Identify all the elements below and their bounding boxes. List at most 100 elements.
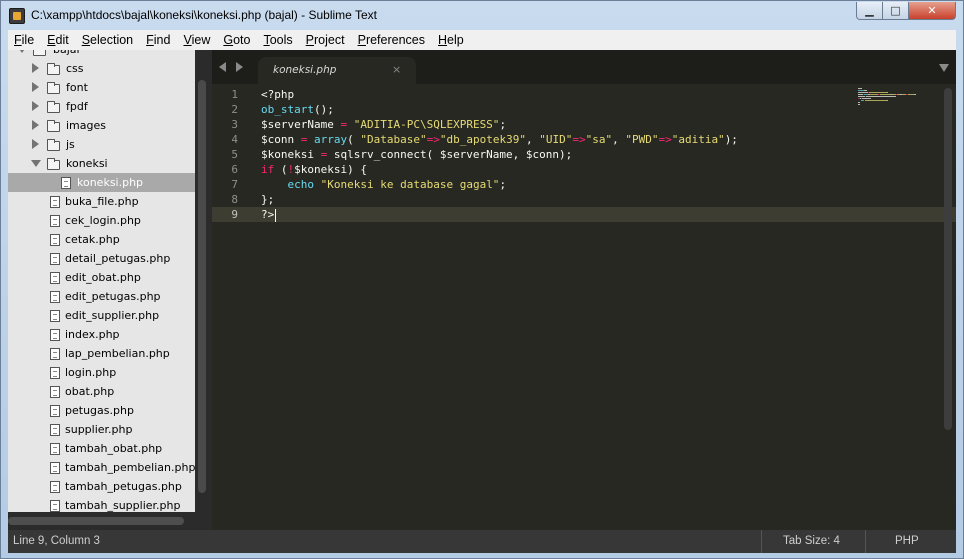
sidebar-file[interactable]: petugas.php: [8, 401, 195, 420]
code-line[interactable]: $conn = array( "Database"=>"db_apotek39"…: [261, 132, 738, 147]
chevron-down-icon[interactable]: [17, 50, 27, 53]
sidebar-file[interactable]: edit_petugas.php: [8, 287, 195, 306]
sidebar-item-root[interactable]: bajal: [8, 50, 195, 59]
sidebar-folder[interactable]: fpdf: [8, 97, 195, 116]
sidebar-folder[interactable]: css: [8, 59, 195, 78]
sidebar-folder[interactable]: images: [8, 116, 195, 135]
minimap-token: [858, 96, 866, 97]
sidebar-file[interactable]: tambah_pembelian.php: [8, 458, 195, 477]
chevron-right-icon[interactable]: [32, 120, 39, 130]
code-editor[interactable]: 123456789 <?php ob_start(); $serverName = …: [212, 84, 956, 530]
tab-label: koneksi.php: [273, 64, 337, 76]
current-line-highlight: [212, 207, 956, 222]
title-bar[interactable]: C:\xampp\htdocs\bajal\koneksi\koneksi.ph…: [1, 1, 963, 31]
tab-next-icon[interactable]: [236, 62, 243, 72]
chevron-right-icon[interactable]: [32, 63, 39, 73]
file-icon: [50, 443, 60, 455]
sidebar-item-label: lap_pembelian.php: [65, 347, 170, 360]
sidebar-file[interactable]: supplier.php: [8, 420, 195, 439]
maximize-button[interactable]: □: [882, 2, 909, 20]
sidebar-folder[interactable]: koneksi: [8, 154, 195, 173]
close-window-button[interactable]: ✕: [908, 2, 956, 20]
sidebar-file[interactable]: index.php: [8, 325, 195, 344]
chevron-right-icon[interactable]: [32, 82, 39, 92]
code-token: ();: [313, 103, 334, 116]
code-line[interactable]: if (!$koneksi) {: [261, 162, 367, 177]
tab-list-dropdown-icon[interactable]: [939, 64, 949, 72]
menu-preferences[interactable]: Preferences: [352, 33, 432, 47]
sidebar-file[interactable]: tambah_petugas.php: [8, 477, 195, 496]
sidebar-file[interactable]: tambah_obat.php: [8, 439, 195, 458]
sidebar-file[interactable]: edit_obat.php: [8, 268, 195, 287]
code-token: $conn: [261, 133, 301, 146]
chevron-right-icon[interactable]: [32, 139, 39, 149]
code-line[interactable]: echo "Koneksi ke database gagal";: [261, 177, 507, 192]
minimap[interactable]: [858, 88, 930, 108]
menu-goto[interactable]: Goto: [217, 33, 257, 47]
tab-size-button[interactable]: Tab Size: 4: [761, 530, 866, 553]
minimap-token: [858, 104, 860, 105]
code-token: ,: [525, 133, 540, 146]
sidebar-folder[interactable]: js: [8, 135, 195, 154]
line-number: 9: [231, 208, 238, 221]
file-icon: [50, 348, 60, 360]
code-line[interactable]: ?>: [261, 207, 277, 222]
code-line[interactable]: $serverName = "ADITIA-PC\SQLEXPRESS";: [261, 117, 506, 132]
sidebar-horizontal-scrollbar[interactable]: [8, 517, 184, 525]
chevron-down-icon[interactable]: [31, 160, 41, 167]
tab-size-label: Tab Size: 4: [783, 535, 840, 547]
menu-project[interactable]: Project: [300, 33, 352, 47]
code-token: sqlsrv_connect( $serverName, $conn);: [327, 148, 573, 161]
sidebar-file[interactable]: cetak.php: [8, 230, 195, 249]
minimap-token: [866, 96, 896, 97]
code-line[interactable]: };: [261, 192, 274, 207]
code-line[interactable]: <?php: [261, 87, 294, 102]
sidebar-item-label: petugas.php: [65, 404, 134, 417]
sidebar-file[interactable]: detail_petugas.php: [8, 249, 195, 268]
sidebar-file[interactable]: login.php: [8, 363, 195, 382]
code-line[interactable]: ob_start();: [261, 102, 334, 117]
editor-scrollbar[interactable]: [944, 88, 952, 430]
sidebar-item-label: edit_supplier.php: [65, 309, 160, 322]
sidebar-scrollbar[interactable]: [198, 80, 206, 493]
minimap-token: [886, 92, 888, 93]
code-line[interactable]: $koneksi = sqlsrv_connect( $serverName, …: [261, 147, 572, 162]
file-icon: [50, 310, 60, 322]
folder-open-icon: [47, 158, 60, 170]
menu-help[interactable]: Help: [432, 33, 471, 47]
menu-find[interactable]: Find: [140, 33, 177, 47]
sidebar-file[interactable]: obat.php: [8, 382, 195, 401]
file-icon: [50, 424, 60, 436]
sidebar-folder[interactable]: font: [8, 78, 195, 97]
file-icon: [50, 196, 60, 208]
line-number: 7: [231, 178, 238, 191]
menu-tools[interactable]: Tools: [257, 33, 299, 47]
tab-prev-icon[interactable]: [219, 62, 226, 72]
sidebar-file[interactable]: koneksi.php: [8, 173, 195, 192]
chevron-right-icon[interactable]: [32, 101, 39, 111]
folder-icon: [47, 139, 60, 151]
line-number: 5: [231, 148, 238, 161]
sidebar-item-label: supplier.php: [65, 423, 133, 436]
menu-file[interactable]: File: [8, 33, 41, 47]
sidebar-item-label: images: [66, 119, 106, 132]
syntax-button[interactable]: PHP: [865, 530, 957, 553]
folder-open-icon: [33, 50, 46, 56]
sidebar-item-label: tambah_petugas.php: [65, 480, 182, 493]
code-token: ;: [499, 178, 507, 191]
status-bar: Line 9, Column 3 Tab Size: 4 PHP: [8, 530, 956, 553]
close-icon[interactable]: ×: [392, 63, 401, 76]
sidebar-file[interactable]: lap_pembelian.php: [8, 344, 195, 363]
sidebar-file[interactable]: cek_login.php: [8, 211, 195, 230]
folder-icon: [47, 101, 60, 113]
menu-edit[interactable]: Edit: [41, 33, 76, 47]
tab-koneksi-php[interactable]: koneksi.php ×: [258, 57, 416, 84]
menu-view[interactable]: View: [177, 33, 217, 47]
menu-selection[interactable]: Selection: [76, 33, 140, 47]
minimap-token: [886, 100, 888, 101]
minimize-button[interactable]: ▁: [856, 2, 883, 20]
sidebar-file[interactable]: buka_file.php: [8, 192, 195, 211]
sidebar-file[interactable]: edit_supplier.php: [8, 306, 195, 325]
menu-bar: File Edit Selection Find View Goto Tools Projec…: [8, 30, 956, 51]
